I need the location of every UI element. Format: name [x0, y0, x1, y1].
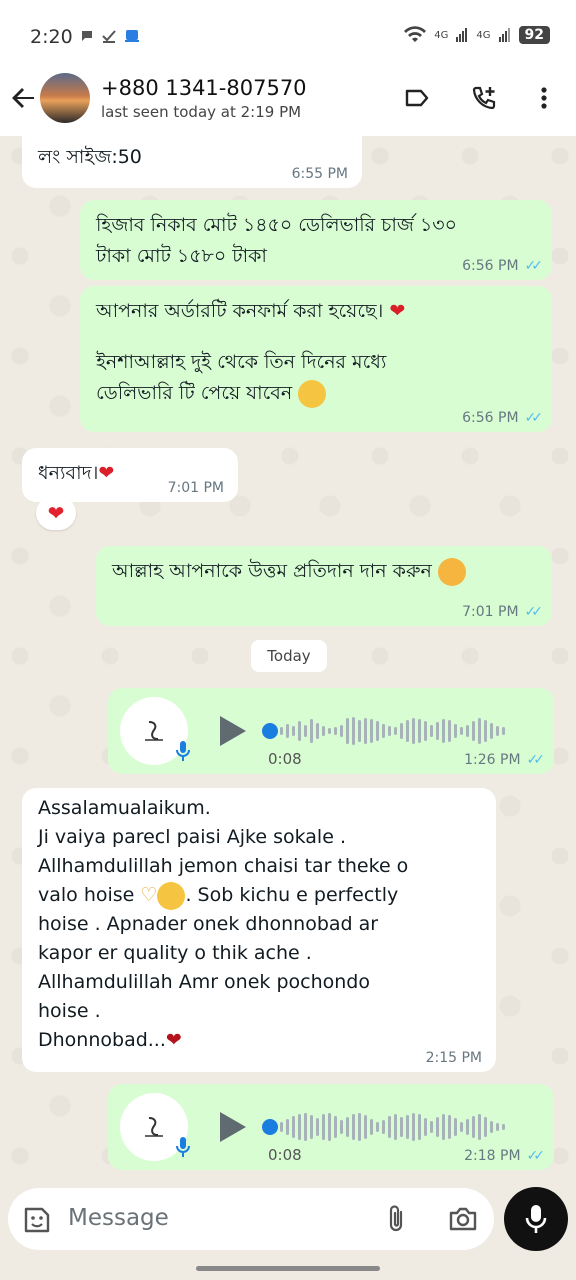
read-ticks-icon: ✓✓ [524, 258, 544, 274]
message-input[interactable]: Message [68, 1205, 169, 1231]
red-heart-icon: ❤ [389, 300, 406, 322]
message-text: ধন্যবাদ। [38, 462, 99, 484]
mic-icon [176, 1137, 190, 1157]
message-time: 7:01 PM [462, 604, 519, 620]
message-meta: 7:01 PM [168, 480, 224, 496]
message-meta: 1:26 PM ✓✓ [464, 752, 546, 768]
more-vert-icon[interactable] [530, 84, 558, 112]
play-icon[interactable] [218, 1110, 248, 1144]
play-icon[interactable] [218, 714, 248, 748]
back-arrow-icon[interactable] [10, 84, 38, 112]
waveform[interactable] [280, 716, 530, 746]
emoji-sticker-icon[interactable] [22, 1205, 52, 1235]
message-text-line: ডেলিভারি টি পেয়ে যাবেন [96, 382, 293, 404]
message-meta: 2:15 PM [426, 1050, 482, 1066]
app-notification-icon [125, 30, 139, 42]
message-text-line: ইনশাআল্লাহ দুই থেকে তিন দিনের মধ্যে [96, 351, 387, 373]
message-meta: 6:56 PM ✓✓ [462, 410, 544, 426]
message-text: লং সাইজ:50 [38, 146, 142, 168]
wifi-icon [404, 26, 427, 42]
waveform[interactable] [280, 1112, 530, 1142]
check-notification-icon [102, 30, 116, 43]
read-ticks-icon: ✓✓ [526, 1148, 546, 1164]
camera-icon[interactable] [448, 1205, 478, 1233]
message-time: 6:56 PM [462, 258, 519, 274]
attach-icon[interactable] [383, 1204, 411, 1234]
message-text: আল্লাহ আপনাকে উত্তম প্রতিদান দান করুন [112, 560, 432, 582]
red-heart-icon: ❤ [165, 1029, 182, 1051]
message-composer[interactable]: Message [8, 1188, 494, 1250]
reaction-badge[interactable]: ❤ [36, 496, 76, 530]
message-text-line: . Sob kichu e perfectly [185, 884, 399, 906]
message-time: 7:01 PM [167, 480, 224, 496]
red-heart-icon: ❤ [98, 462, 115, 484]
contact-last-seen: last seen today at 2:19 PM [101, 103, 302, 121]
message-incoming[interactable]: লং সাইজ:50 6:55 PM [22, 136, 362, 188]
message-meta: 2:18 PM ✓✓ [464, 1148, 546, 1164]
read-ticks-icon: ✓✓ [524, 604, 544, 620]
notification-icons [80, 29, 140, 43]
message-meta: 6:55 PM [292, 166, 348, 182]
read-ticks-icon: ✓✓ [526, 752, 546, 768]
heart-hands-icon: ♡ [140, 884, 158, 906]
message-text-line: Assalamualaikum. [38, 797, 211, 819]
status-right: 4G 4G 92 [404, 26, 550, 44]
voice-message[interactable]: 0:08 1:26 PM ✓✓ [108, 688, 554, 774]
smiling-face-icon [298, 379, 327, 408]
playback-slider-thumb[interactable] [262, 1119, 278, 1135]
status-bar: 2:20 4G 4G 92 [0, 0, 576, 64]
read-ticks-icon: ✓✓ [524, 410, 544, 426]
message-meta: 7:01 PM ✓✓ [462, 604, 544, 620]
message-time: 6:55 PM [291, 166, 348, 182]
voice-message[interactable]: 0:08 2:18 PM ✓✓ [108, 1084, 554, 1170]
message-outgoing[interactable]: আপনার অর্ডারটি কনফার্ম করা হয়েছে। ❤ ইনশ… [80, 286, 552, 432]
message-text-line: hoise . Apnader onek dhonnobad ar [38, 913, 379, 935]
voice-record-button[interactable] [504, 1187, 568, 1251]
battery-level: 92 [518, 26, 550, 44]
message-text-line: kapor er quality o thik ache . [38, 942, 312, 964]
heart-reaction-icon: ❤ [47, 501, 65, 525]
message-text-line: Allhamdulillah jemon chaisi tar theke o [38, 855, 409, 877]
message-incoming[interactable]: Assalamualaikum. Ji vaiya parecl paisi A… [22, 788, 496, 1072]
pleading-face-icon [157, 881, 186, 910]
message-text-line: hoise . [38, 1000, 101, 1022]
gesture-nav-bar[interactable] [196, 1266, 380, 1271]
date-separator: Today [251, 640, 327, 672]
signal-2-label: 4G [476, 29, 491, 41]
signal-1-icon [456, 28, 468, 42]
mic-icon [176, 741, 190, 761]
message-outgoing[interactable]: আল্লাহ আপনাকে উত্তম প্রতিদান দান করুন 7:… [96, 546, 552, 626]
message-time: 1:26 PM [464, 752, 521, 768]
voice-duration: 0:08 [268, 750, 302, 768]
mic-icon [525, 1205, 547, 1233]
message-time: 2:15 PM [425, 1050, 482, 1066]
chat-area[interactable]: লং সাইজ:50 6:55 PM হিজাব নিকাব মোট ১৪৫০ … [0, 136, 576, 1184]
message-text-line: আপনার অর্ডারটি কনফার্ম করা হয়েছে। [96, 300, 384, 322]
signal-1-label: 4G [434, 29, 449, 41]
message-text-line: valo hoise [38, 884, 135, 906]
brand-logo-icon [145, 1117, 163, 1137]
voice-duration: 0:08 [268, 1146, 302, 1164]
smiling-face-with-hearts-icon [437, 557, 466, 586]
message-outgoing[interactable]: হিজাব নিকাব মোট ১৪৫০ ডেলিভারি চার্জ ১৩০ … [80, 200, 552, 280]
chat-notification-icon [82, 31, 92, 41]
brand-logo-icon [145, 721, 163, 741]
message-time: 2:18 PM [464, 1148, 521, 1164]
contact-avatar[interactable] [40, 73, 90, 123]
message-text-line: Allhamdulillah Amr onek pochondo [38, 971, 370, 993]
contact-name[interactable]: +880 1341-807570 [101, 76, 307, 100]
message-text-line: Dhonnobad... [38, 1029, 166, 1051]
message-time: 6:56 PM [462, 410, 519, 426]
message-text-line: Ji vaiya parecl paisi Ajke sokale . [38, 826, 346, 848]
signal-2-icon [498, 28, 510, 42]
chat-header: +880 1341-807570 last seen today at 2:19… [0, 64, 576, 136]
message-meta: 6:56 PM ✓✓ [462, 258, 544, 274]
message-incoming[interactable]: ধন্যবাদ।❤ 7:01 PM [22, 448, 238, 502]
playback-slider-thumb[interactable] [262, 723, 278, 739]
status-time: 2:20 [30, 26, 73, 48]
label-icon[interactable] [403, 84, 431, 112]
message-text-line: হিজাব নিকাব মোট ১৪৫০ ডেলিভারি চার্জ ১৩০ [96, 214, 457, 236]
add-call-icon[interactable] [470, 84, 498, 112]
